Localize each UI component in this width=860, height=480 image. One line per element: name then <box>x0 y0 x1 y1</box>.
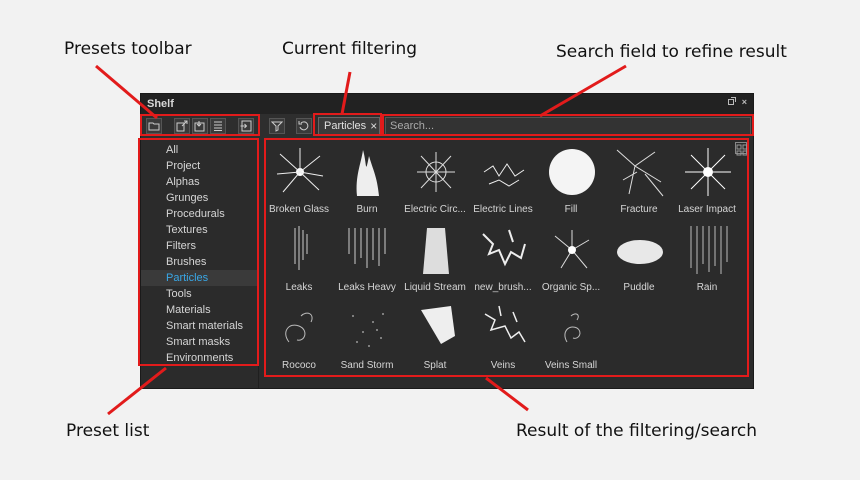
preset-list-item[interactable]: Materials <box>141 302 258 318</box>
callout-presets-toolbar: Presets toolbar <box>64 39 192 59</box>
preset-thumbnail <box>615 224 665 276</box>
search-input[interactable] <box>385 117 751 135</box>
result-item-label: Splat <box>423 360 447 371</box>
import-icon[interactable] <box>192 118 208 134</box>
result-item-label: Sand Storm <box>340 360 394 371</box>
preset-list-item[interactable]: Brushes <box>141 254 258 270</box>
preset-list: All Project Alphas Grunges Procedurals Textur… <box>141 140 259 388</box>
result-item-label: Fracture <box>620 204 658 215</box>
result-item-label: Leaks <box>285 282 313 293</box>
preset-thumbnail <box>343 302 393 354</box>
filter-icon[interactable] <box>269 118 285 134</box>
result-item-label: Electric Lines <box>473 204 533 215</box>
folder-icon[interactable] <box>146 118 162 134</box>
preset-list-item[interactable]: Filters <box>141 238 258 254</box>
annotated-screenshot: Presets toolbar Current filtering Search… <box>0 0 860 480</box>
result-item-label: Rain <box>696 282 718 293</box>
result-item-label: Electric Circ... <box>404 204 466 215</box>
result-item-label: Puddle <box>623 282 655 293</box>
result-item[interactable]: Laser Impact <box>673 144 741 216</box>
result-grid: Broken Glass Burn Electric Circ... Electric… <box>265 140 751 384</box>
preset-list-item[interactable]: Environments <box>141 350 258 366</box>
reset-icon[interactable] <box>296 118 312 134</box>
preset-list-item[interactable]: Project <box>141 158 258 174</box>
preset-thumbnail <box>275 302 325 354</box>
shelf-panel: Shelf × Particles × Search... All Projec… <box>140 93 754 389</box>
result-item-label: Leaks Heavy <box>338 282 396 293</box>
preset-list-item[interactable]: Tools <box>141 286 258 302</box>
remove-filter-icon[interactable]: × <box>370 119 377 133</box>
result-item-label: Laser Impact <box>678 204 736 215</box>
callout-preset-list: Preset list <box>66 421 150 441</box>
preset-thumbnail <box>479 302 529 354</box>
preset-thumbnail <box>547 146 597 198</box>
result-item[interactable]: Fill <box>537 144 605 216</box>
preset-thumbnail <box>479 146 529 198</box>
result-item[interactable]: new_brush... <box>469 222 537 294</box>
result-item[interactable]: Rococo <box>265 300 333 372</box>
save-icon[interactable] <box>238 118 254 134</box>
result-item-label: Organic Sp... <box>541 282 601 293</box>
result-item-label: Veins Small <box>544 360 598 371</box>
result-item[interactable]: Electric Circ... <box>401 144 469 216</box>
preset-list-item[interactable]: Smart materials <box>141 318 258 334</box>
preset-list-item[interactable]: Procedurals <box>141 206 258 222</box>
result-item[interactable]: Broken Glass <box>265 144 333 216</box>
preset-list-item[interactable]: Particles <box>141 270 258 286</box>
preset-thumbnail <box>411 302 461 354</box>
result-item[interactable]: Electric Lines <box>469 144 537 216</box>
preset-list-item[interactable]: Smart masks <box>141 334 258 350</box>
preset-thumbnail <box>683 146 733 198</box>
preset-thumbnail <box>411 224 461 276</box>
preset-thumbnail <box>547 302 597 354</box>
preset-thumbnail <box>343 146 393 198</box>
result-item[interactable]: Puddle <box>605 222 673 294</box>
result-item-label: Fill <box>564 204 578 215</box>
popout-icon[interactable] <box>727 97 736 107</box>
preset-thumbnail <box>479 224 529 276</box>
result-item-label: Rococo <box>282 360 316 371</box>
result-item[interactable]: Burn <box>333 144 401 216</box>
preset-thumbnail <box>275 224 325 276</box>
preset-thumbnail <box>615 146 665 198</box>
close-icon[interactable]: × <box>742 97 747 107</box>
preset-thumbnail <box>275 146 325 198</box>
preset-list-item[interactable]: Alphas <box>141 174 258 190</box>
preset-thumbnail <box>411 146 461 198</box>
result-item-label: Burn <box>356 204 378 215</box>
shelf-titlebar: Shelf × <box>141 94 753 114</box>
result-item[interactable]: Splat <box>401 300 469 372</box>
result-item[interactable]: Leaks Heavy <box>333 222 401 294</box>
shelf-title: Shelf <box>147 98 174 110</box>
result-item[interactable]: Veins Small <box>537 300 605 372</box>
list-icon[interactable] <box>210 118 226 134</box>
result-item[interactable]: Leaks <box>265 222 333 294</box>
result-item-label: Liquid Stream <box>404 282 466 293</box>
preset-list-item[interactable]: All <box>141 142 258 158</box>
result-item-label: Broken Glass <box>268 204 330 215</box>
preset-list-item[interactable]: Grunges <box>141 190 258 206</box>
filter-chip[interactable]: Particles × <box>318 117 380 135</box>
callout-result: Result of the filtering/search <box>516 421 758 441</box>
result-item[interactable]: Veins <box>469 300 537 372</box>
preset-thumbnail <box>343 224 393 276</box>
result-item[interactable]: Liquid Stream <box>401 222 469 294</box>
result-item[interactable]: Rain <box>673 222 741 294</box>
result-item[interactable]: Fracture <box>605 144 673 216</box>
result-item-label: Veins <box>490 360 516 371</box>
result-item[interactable]: Sand Storm <box>333 300 401 372</box>
preset-thumbnail <box>683 224 733 276</box>
presets-toolbar: Particles × <box>141 114 753 140</box>
callout-current-filtering: Current filtering <box>282 39 418 59</box>
result-item[interactable]: Organic Sp... <box>537 222 605 294</box>
preset-thumbnail <box>547 224 597 276</box>
result-item-label: new_brush... <box>474 282 532 293</box>
preset-list-item[interactable]: Textures <box>141 222 258 238</box>
export-icon[interactable] <box>174 118 190 134</box>
filter-chip-label: Particles <box>324 120 367 132</box>
callout-search-field: Search field to refine result <box>556 42 787 62</box>
